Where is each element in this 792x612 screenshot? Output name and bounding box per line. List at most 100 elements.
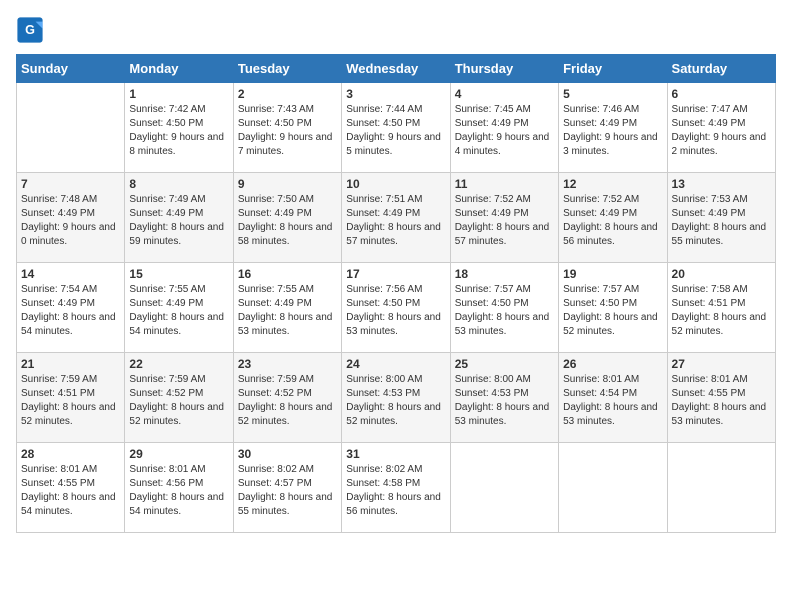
day-number: 12 [563,177,662,191]
cell-info: Sunrise: 7:43 AM Sunset: 4:50 PM Dayligh… [238,103,337,159]
cell-info: Sunrise: 7:58 AM Sunset: 4:51 PM Dayligh… [672,283,771,339]
calendar-cell: 3 Sunrise: 7:44 AM Sunset: 4:50 PM Daylig… [342,83,450,173]
calendar-cell: 8Sunrise: 7:49 AM Sunset: 4:49 PM Daylig… [125,173,233,263]
cell-info: Sunrise: 8:02 AM Sunset: 4:57 PM Dayligh… [238,463,337,519]
day-number: 13 [672,177,771,191]
day-number: 28 [21,447,120,461]
day-number: 30 [238,447,337,461]
cell-info: Sunrise: 8:01 AM Sunset: 4:55 PM Dayligh… [21,463,120,519]
cell-info: Sunrise: 7:49 AM Sunset: 4:49 PM Dayligh… [129,193,228,249]
week-row-4: 28 Sunrise: 8:01 AM Sunset: 4:55 PM Dayli… [17,443,776,533]
calendar-cell: 14 Sunrise: 7:54 AM Sunset: 4:49 PM Dayli… [17,263,125,353]
calendar-cell: 17 Sunrise: 7:56 AM Sunset: 4:50 PM Dayli… [342,263,450,353]
calendar-cell: 21 Sunrise: 7:59 AM Sunset: 4:51 PM Dayli… [17,353,125,443]
week-row-2: 14 Sunrise: 7:54 AM Sunset: 4:49 PM Dayli… [17,263,776,353]
day-number: 14 [21,267,120,281]
day-number: 29 [129,447,228,461]
cell-info: Sunrise: 8:02 AM Sunset: 4:58 PM Dayligh… [346,463,445,519]
calendar-cell: 20Sunrise: 7:58 AM Sunset: 4:51 PM Dayli… [667,263,775,353]
calendar-cell [667,443,775,533]
cell-info: Sunrise: 8:01 AM Sunset: 4:55 PM Dayligh… [672,373,771,429]
day-number: 21 [21,357,120,371]
day-number: 4 [455,87,554,101]
calendar-cell: 29 Sunrise: 8:01 AM Sunset: 4:56 PM Dayli… [125,443,233,533]
day-number: 10 [346,177,445,191]
day-number: 1 [129,87,228,101]
cell-info: Sunrise: 7:54 AM Sunset: 4:49 PM Dayligh… [21,283,120,339]
header-cell-thursday: Thursday [450,55,558,83]
calendar-cell: 26Sunrise: 8:01 AM Sunset: 4:54 PM Dayli… [559,353,667,443]
cell-info: Sunrise: 7:50 AM Sunset: 4:49 PM Dayligh… [238,193,337,249]
cell-info: Sunrise: 7:52 AM Sunset: 4:49 PM Dayligh… [455,193,554,249]
header-cell-friday: Friday [559,55,667,83]
calendar-cell: 9 Sunrise: 7:50 AM Sunset: 4:49 PM Daylig… [233,173,341,263]
calendar-cell [450,443,558,533]
day-number: 26 [563,357,662,371]
cell-info: Sunrise: 7:59 AM Sunset: 4:52 PM Dayligh… [129,373,228,429]
calendar-cell [559,443,667,533]
week-row-1: 7 Sunrise: 7:48 AM Sunset: 4:49 PM Daylig… [17,173,776,263]
calendar-cell: 16Sunrise: 7:55 AM Sunset: 4:49 PM Dayli… [233,263,341,353]
cell-info: Sunrise: 8:00 AM Sunset: 4:53 PM Dayligh… [346,373,445,429]
header-cell-monday: Monday [125,55,233,83]
header-cell-tuesday: Tuesday [233,55,341,83]
day-number: 18 [455,267,554,281]
calendar-cell: 19 Sunrise: 7:57 AM Sunset: 4:50 PM Dayli… [559,263,667,353]
header: G [16,16,776,44]
cell-info: Sunrise: 7:46 AM Sunset: 4:49 PM Dayligh… [563,103,662,159]
calendar-cell: 2 Sunrise: 7:43 AM Sunset: 4:50 PM Daylig… [233,83,341,173]
day-number: 22 [129,357,228,371]
calendar-cell: 4 Sunrise: 7:45 AM Sunset: 4:49 PM Daylig… [450,83,558,173]
cell-info: Sunrise: 7:52 AM Sunset: 4:49 PM Dayligh… [563,193,662,249]
day-number: 2 [238,87,337,101]
calendar-cell: 6Sunrise: 7:47 AM Sunset: 4:49 PM Daylig… [667,83,775,173]
day-number: 31 [346,447,445,461]
day-number: 25 [455,357,554,371]
logo-icon: G [16,16,44,44]
calendar-cell: 28 Sunrise: 8:01 AM Sunset: 4:55 PM Dayli… [17,443,125,533]
calendar-header-row: SundayMondayTuesdayWednesdayThursdayFrid… [17,55,776,83]
week-row-3: 21 Sunrise: 7:59 AM Sunset: 4:51 PM Dayli… [17,353,776,443]
day-number: 5 [563,87,662,101]
calendar-cell: 23Sunrise: 7:59 AM Sunset: 4:52 PM Dayli… [233,353,341,443]
cell-info: Sunrise: 7:48 AM Sunset: 4:49 PM Dayligh… [21,193,120,249]
calendar-cell: 15Sunrise: 7:55 AM Sunset: 4:49 PM Dayli… [125,263,233,353]
cell-info: Sunrise: 7:56 AM Sunset: 4:50 PM Dayligh… [346,283,445,339]
header-cell-wednesday: Wednesday [342,55,450,83]
cell-info: Sunrise: 8:01 AM Sunset: 4:56 PM Dayligh… [129,463,228,519]
cell-info: Sunrise: 7:53 AM Sunset: 4:49 PM Dayligh… [672,193,771,249]
day-number: 7 [21,177,120,191]
day-number: 27 [672,357,771,371]
calendar-cell: 22 Sunrise: 7:59 AM Sunset: 4:52 PM Dayli… [125,353,233,443]
calendar-cell: 30 Sunrise: 8:02 AM Sunset: 4:57 PM Dayli… [233,443,341,533]
day-number: 16 [238,267,337,281]
logo: G [16,16,48,44]
calendar-cell: 27 Sunrise: 8:01 AM Sunset: 4:55 PM Dayli… [667,353,775,443]
calendar-cell: 11Sunrise: 7:52 AM Sunset: 4:49 PM Dayli… [450,173,558,263]
calendar-cell: 1 Sunrise: 7:42 AM Sunset: 4:50 PM Daylig… [125,83,233,173]
day-number: 6 [672,87,771,101]
calendar-cell: 7 Sunrise: 7:48 AM Sunset: 4:49 PM Daylig… [17,173,125,263]
cell-info: Sunrise: 7:42 AM Sunset: 4:50 PM Dayligh… [129,103,228,159]
calendar-cell: 12 Sunrise: 7:52 AM Sunset: 4:49 PM Dayli… [559,173,667,263]
day-number: 23 [238,357,337,371]
day-number: 3 [346,87,445,101]
cell-info: Sunrise: 7:44 AM Sunset: 4:50 PM Dayligh… [346,103,445,159]
calendar-cell: 13 Sunrise: 7:53 AM Sunset: 4:49 PM Dayli… [667,173,775,263]
calendar-cell [17,83,125,173]
cell-info: Sunrise: 7:45 AM Sunset: 4:49 PM Dayligh… [455,103,554,159]
calendar-cell: 24 Sunrise: 8:00 AM Sunset: 4:53 PM Dayli… [342,353,450,443]
week-row-0: 1 Sunrise: 7:42 AM Sunset: 4:50 PM Daylig… [17,83,776,173]
header-cell-sunday: Sunday [17,55,125,83]
calendar-table: SundayMondayTuesdayWednesdayThursdayFrid… [16,54,776,533]
day-number: 24 [346,357,445,371]
day-number: 9 [238,177,337,191]
calendar-cell: 25Sunrise: 8:00 AM Sunset: 4:53 PM Dayli… [450,353,558,443]
header-cell-saturday: Saturday [667,55,775,83]
cell-info: Sunrise: 7:59 AM Sunset: 4:51 PM Dayligh… [21,373,120,429]
day-number: 17 [346,267,445,281]
day-number: 15 [129,267,228,281]
cell-info: Sunrise: 7:57 AM Sunset: 4:50 PM Dayligh… [563,283,662,339]
day-number: 19 [563,267,662,281]
calendar-cell: 31 Sunrise: 8:02 AM Sunset: 4:58 PM Dayli… [342,443,450,533]
